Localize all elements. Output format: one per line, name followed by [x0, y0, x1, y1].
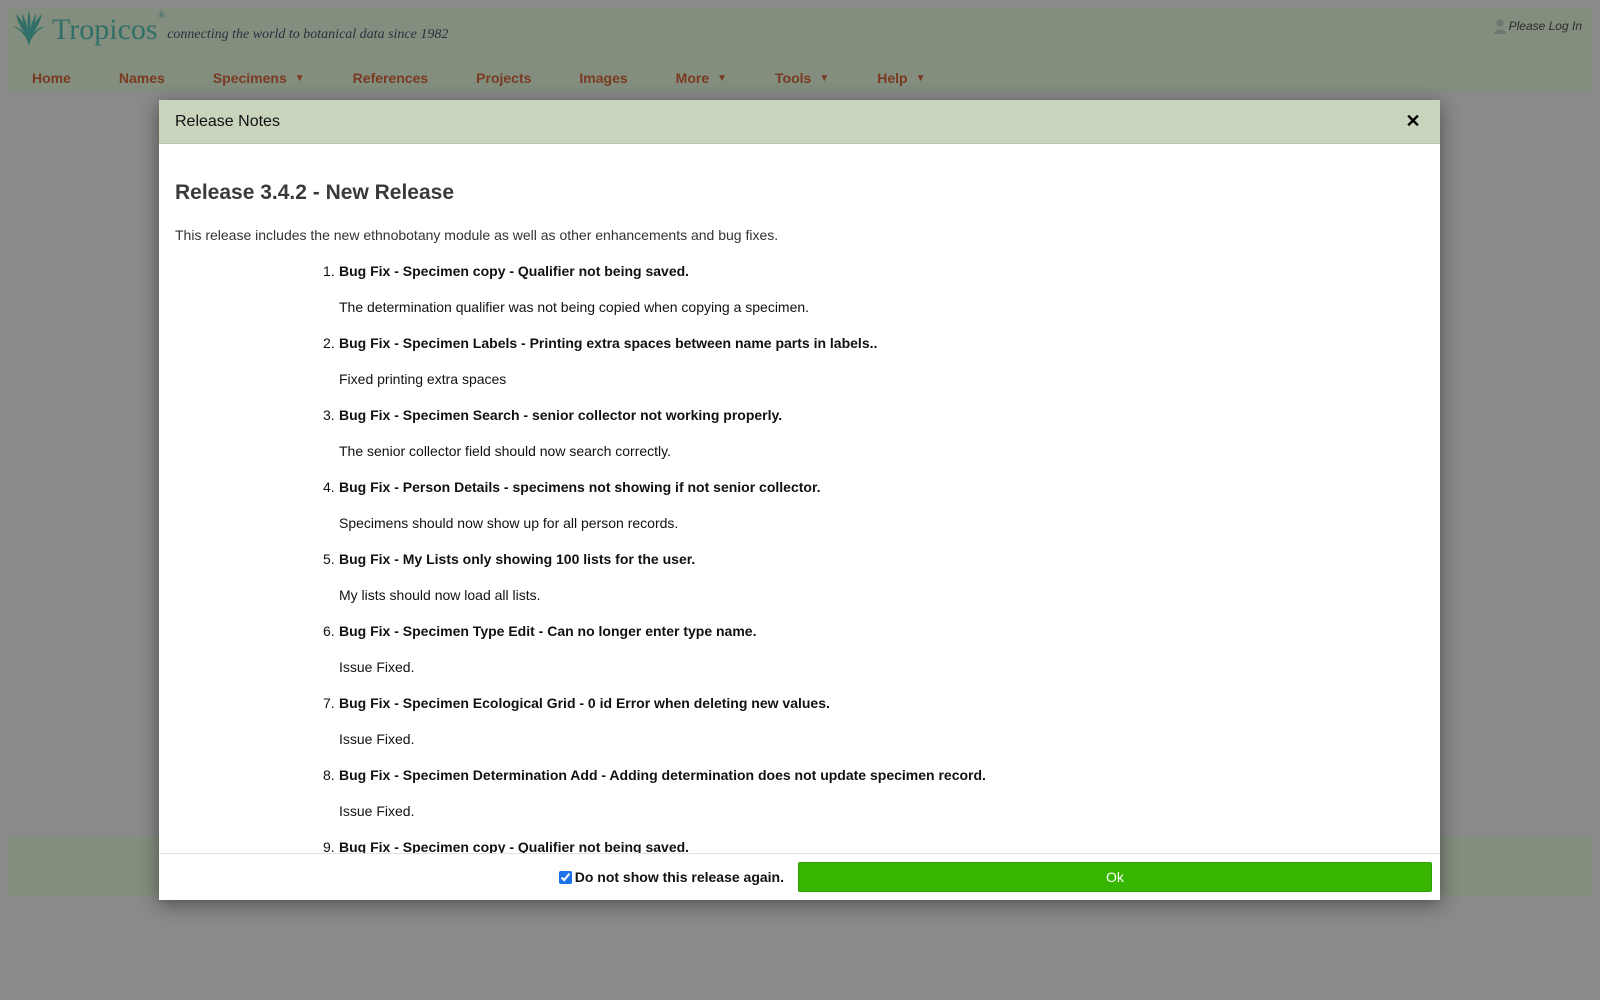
logo-name: Tropicos [52, 13, 158, 46]
note-description: Fixed printing extra spaces [339, 371, 507, 387]
login-label: Please Log In [1508, 19, 1582, 33]
main-nav: Home Names Specimens ▼ References Projects Ima… [8, 70, 949, 86]
release-intro: This release includes the new ethnobotan… [175, 227, 779, 243]
dialog-footer: Do not show this release again. Ok [159, 853, 1440, 900]
dialog-title: Release Notes [175, 112, 280, 130]
nav-item-label: Help [877, 70, 908, 86]
note-number: 5. [323, 551, 335, 567]
nav-item-label: Projects [476, 70, 532, 86]
note-title: 1. Bug Fix - Specimen copy - Qualifier no… [323, 263, 1424, 280]
logo-tagline: connecting the world to botanical data s… [167, 27, 449, 42]
user-icon [1493, 19, 1506, 34]
list-item: 1. Bug Fix - Specimen copy - Qualifier no… [323, 263, 1424, 316]
note-number: 6. [323, 623, 335, 639]
note-title-text: Bug Fix - Specimen Type Edit - Can no lo… [339, 623, 757, 639]
nav-item-label: Tools [775, 70, 812, 86]
nav-item-more[interactable]: More ▼ [652, 70, 751, 86]
list-item: 5. Bug Fix - My Lists only showing 100 li… [323, 551, 1424, 604]
nav-item-label: Specimens [212, 70, 287, 86]
nav-item-help[interactable]: Help ▼ [853, 70, 949, 86]
release-heading: Release 3.4.2 - New Release [175, 181, 455, 204]
note-description: My lists should now load all lists. [339, 587, 541, 603]
list-item: 6. Bug Fix - Specimen Type Edit - Can no … [323, 623, 1424, 676]
note-description: Issue Fixed. [339, 803, 415, 819]
list-item: 2. Bug Fix - Specimen Labels - Printing e… [323, 335, 1424, 388]
ok-button[interactable]: Ok [798, 862, 1432, 892]
nav-item-home[interactable]: Home [8, 70, 95, 86]
note-description: Specimens should now show up for all per… [339, 515, 679, 531]
dont-show-option[interactable]: Do not show this release again. [558, 869, 784, 885]
note-description: Issue Fixed. [339, 659, 415, 675]
list-item: 8. Bug Fix - Specimen Determination Add -… [323, 767, 1424, 820]
caret-down-icon: ▼ [294, 72, 305, 84]
caret-down-icon: ▼ [717, 72, 728, 84]
note-title-text: Bug Fix - Specimen Labels - Printing ext… [339, 335, 878, 351]
nav-item-label: Names [118, 70, 165, 86]
note-number: 3. [323, 407, 335, 423]
note-title: 3. Bug Fix - Specimen Search - senior col… [323, 407, 1424, 424]
note-description: The senior collector field should now se… [339, 443, 672, 459]
note-title: 7. Bug Fix - Specimen Ecological Grid - 0… [323, 695, 1424, 712]
nav-item-label: Home [32, 70, 71, 86]
list-item: 7. Bug Fix - Specimen Ecological Grid - 0… [323, 695, 1424, 748]
nav-item-label: References [352, 70, 429, 86]
note-title: 4. Bug Fix - Person Details - specimens n… [323, 479, 1424, 496]
close-button[interactable]: ✕ [1402, 111, 1424, 133]
note-number: 7. [323, 695, 335, 711]
note-title: 5. Bug Fix - My Lists only showing 100 li… [323, 551, 1424, 568]
dont-show-label: Do not show this release again. [574, 869, 784, 885]
note-title-text: Bug Fix - Specimen copy - Qualifier not … [339, 263, 690, 279]
nav-item-specimens[interactable]: Specimens ▼ [189, 70, 329, 86]
nav-item-references[interactable]: References [329, 70, 453, 86]
nav-item-projects[interactable]: Projects [452, 70, 555, 86]
note-number: 1. [323, 263, 335, 279]
nav-item-tools[interactable]: Tools ▼ [751, 70, 853, 86]
note-title-text: Bug Fix - My Lists only showing 100 list… [339, 551, 696, 567]
caret-down-icon: ▼ [819, 72, 830, 84]
note-title: 8. Bug Fix - Specimen Determination Add -… [323, 767, 1424, 784]
dont-show-checkbox[interactable] [558, 870, 572, 884]
note-number: 2. [323, 335, 335, 351]
dialog-body[interactable]: Release 3.4.2 - New Release This release… [159, 145, 1440, 853]
tropicos-logo[interactable]: Tropicos® connecting the world to botani… [10, 10, 448, 48]
nav-item-label: More [675, 70, 710, 86]
note-description: The determination qualifier was not bein… [339, 299, 810, 315]
note-title-text: Bug Fix - Specimen Search - senior colle… [339, 407, 783, 423]
site-header: Tropicos® connecting the world to botani… [8, 8, 1592, 92]
note-title-text: Bug Fix - Specimen copy - Qualifier not … [339, 839, 690, 853]
dialog-header: Release Notes ✕ [159, 100, 1440, 144]
note-title-text: Bug Fix - Specimen Determination Add - A… [339, 767, 986, 783]
list-item: 3. Bug Fix - Specimen Search - senior col… [323, 407, 1424, 460]
note-title: 6. Bug Fix - Specimen Type Edit - Can no … [323, 623, 1424, 640]
note-description: Issue Fixed. [339, 731, 415, 747]
nav-item-label: Images [579, 70, 628, 86]
registered-mark: ® [157, 10, 166, 21]
close-icon: ✕ [1405, 111, 1421, 131]
login-link[interactable]: Please Log In [1493, 18, 1582, 34]
list-item: 9. Bug Fix - Specimen copy - Qualifier no… [323, 839, 1424, 853]
note-title-text: Bug Fix - Person Details - specimens not… [339, 479, 821, 495]
note-number: 8. [323, 767, 335, 783]
leaf-logo-icon [13, 11, 45, 46]
release-notes-dialog: Release Notes ✕ Release 3.4.2 - New Rele… [159, 100, 1440, 900]
note-title: 2. Bug Fix - Specimen Labels - Printing e… [323, 335, 1424, 352]
note-title: 9. Bug Fix - Specimen copy - Qualifier no… [323, 839, 1424, 853]
caret-down-icon: ▼ [915, 72, 926, 84]
release-notes-list: 1. Bug Fix - Specimen copy - Qualifier no… [175, 263, 1424, 853]
note-number: 4. [323, 479, 335, 495]
list-item: 4. Bug Fix - Person Details - specimens n… [323, 479, 1424, 532]
nav-item-names[interactable]: Names [95, 70, 189, 86]
note-title-text: Bug Fix - Specimen Ecological Grid - 0 i… [339, 695, 830, 711]
note-number: 9. [323, 839, 335, 853]
nav-item-images[interactable]: Images [555, 70, 651, 86]
